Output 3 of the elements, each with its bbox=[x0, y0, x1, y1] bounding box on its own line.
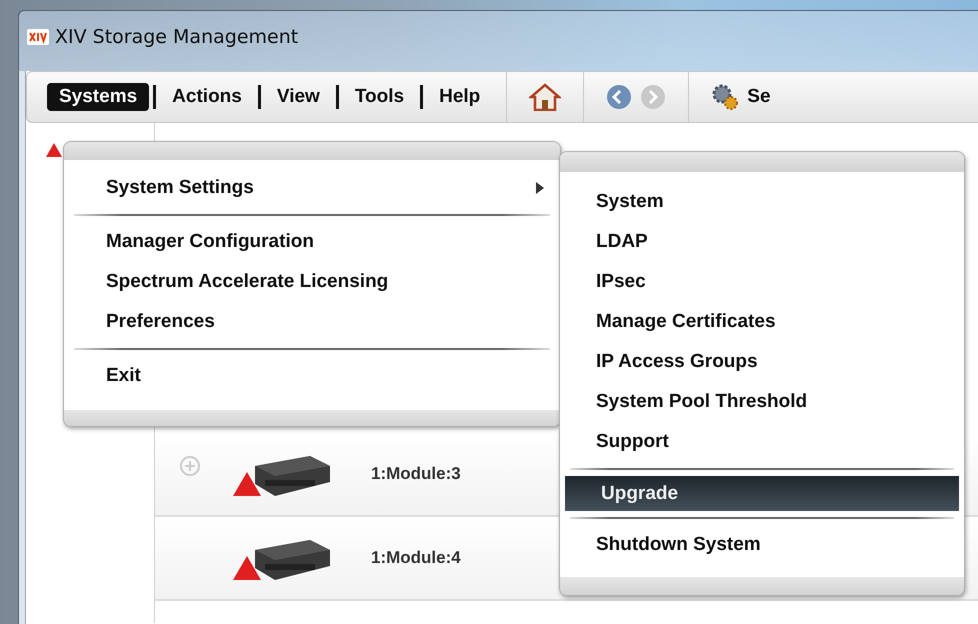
module-name: 1:Module:4 bbox=[371, 548, 461, 568]
window-title: XIV Storage Management bbox=[55, 26, 298, 48]
module-name: 1:Module:3 bbox=[371, 464, 461, 484]
